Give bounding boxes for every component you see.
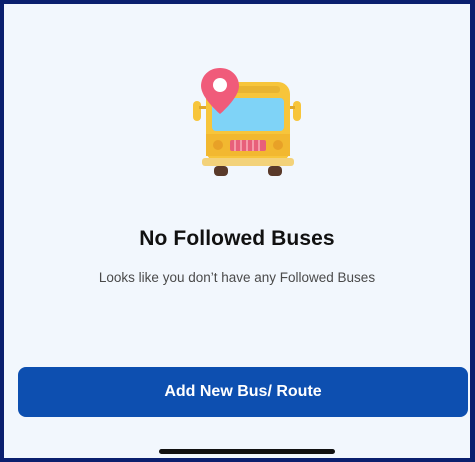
screen: No Followed Buses Looks like you don’t h…	[0, 0, 475, 462]
empty-state-message: Looks like you don’t have any Followed B…	[98, 270, 376, 285]
home-indicator	[159, 449, 335, 454]
bus-with-location-pin-icon	[193, 68, 301, 176]
empty-state-title: No Followed Buses	[139, 227, 335, 250]
add-new-bus-route-label: Add New Bus/ Route	[164, 383, 322, 400]
add-new-bus-route-button[interactable]: Add New Bus/ Route	[18, 367, 468, 417]
